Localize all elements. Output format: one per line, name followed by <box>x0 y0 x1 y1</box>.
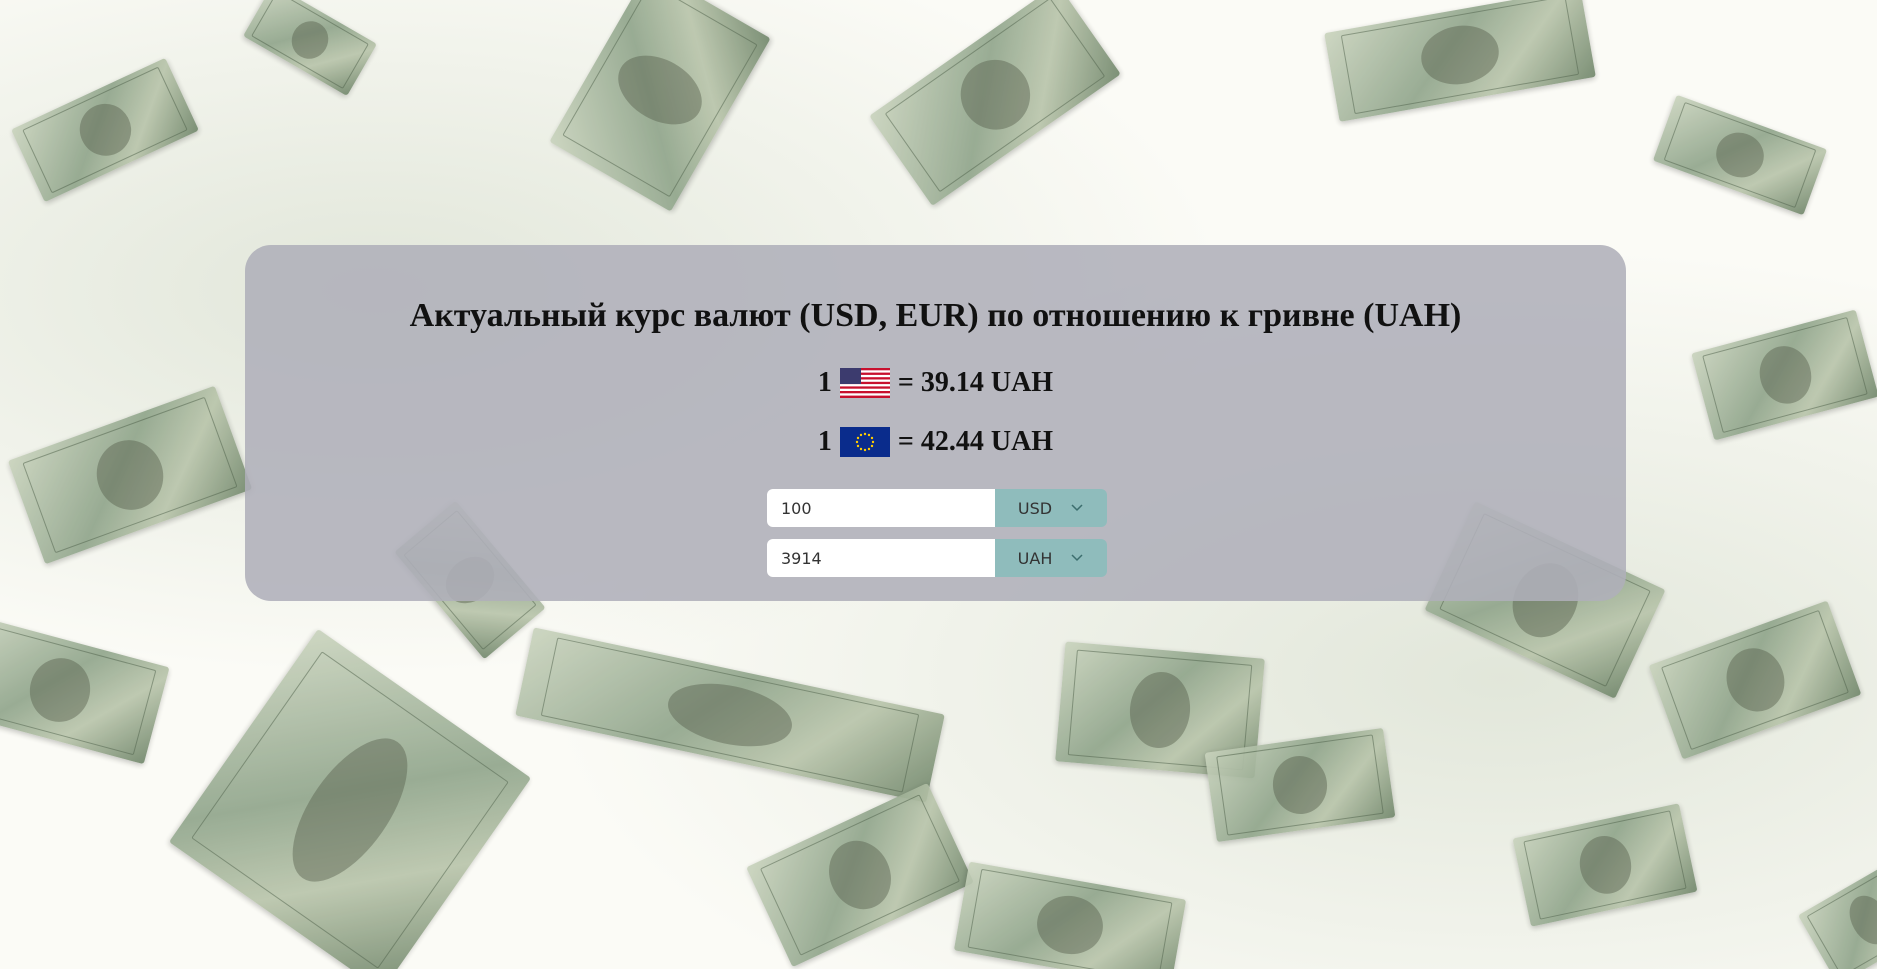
exchange-rate-panel: Актуальный курс валют (USD, EUR) по отно… <box>245 245 1626 601</box>
chevron-down-icon <box>1071 504 1083 512</box>
us-flag-icon <box>839 368 890 398</box>
from-amount-input[interactable] <box>767 489 995 527</box>
converter-to-row: UAH <box>767 539 1107 577</box>
page-title: Актуальный курс валют (USD, EUR) по отно… <box>409 297 1462 334</box>
eur-rate-row: 1 = 42.44 UAH <box>245 426 1626 458</box>
usd-rate-row: 1 = 39.14 UAH <box>245 367 1626 399</box>
eur-rate-prefix: 1 <box>817 426 832 457</box>
to-currency-label: UAH <box>1017 548 1053 568</box>
usd-rate-value: = 39.14 UAH <box>897 367 1054 398</box>
to-amount-input[interactable] <box>767 539 995 577</box>
usd-rate-prefix: 1 <box>817 367 832 398</box>
to-currency-select[interactable]: UAH <box>995 539 1107 577</box>
eu-flag-icon <box>839 427 890 457</box>
from-currency-label: USD <box>1017 498 1053 518</box>
eur-rate-value: = 42.44 UAH <box>897 426 1054 457</box>
chevron-down-icon <box>1071 554 1083 562</box>
converter-from-row: USD <box>767 489 1107 527</box>
from-currency-select[interactable]: USD <box>995 489 1107 527</box>
